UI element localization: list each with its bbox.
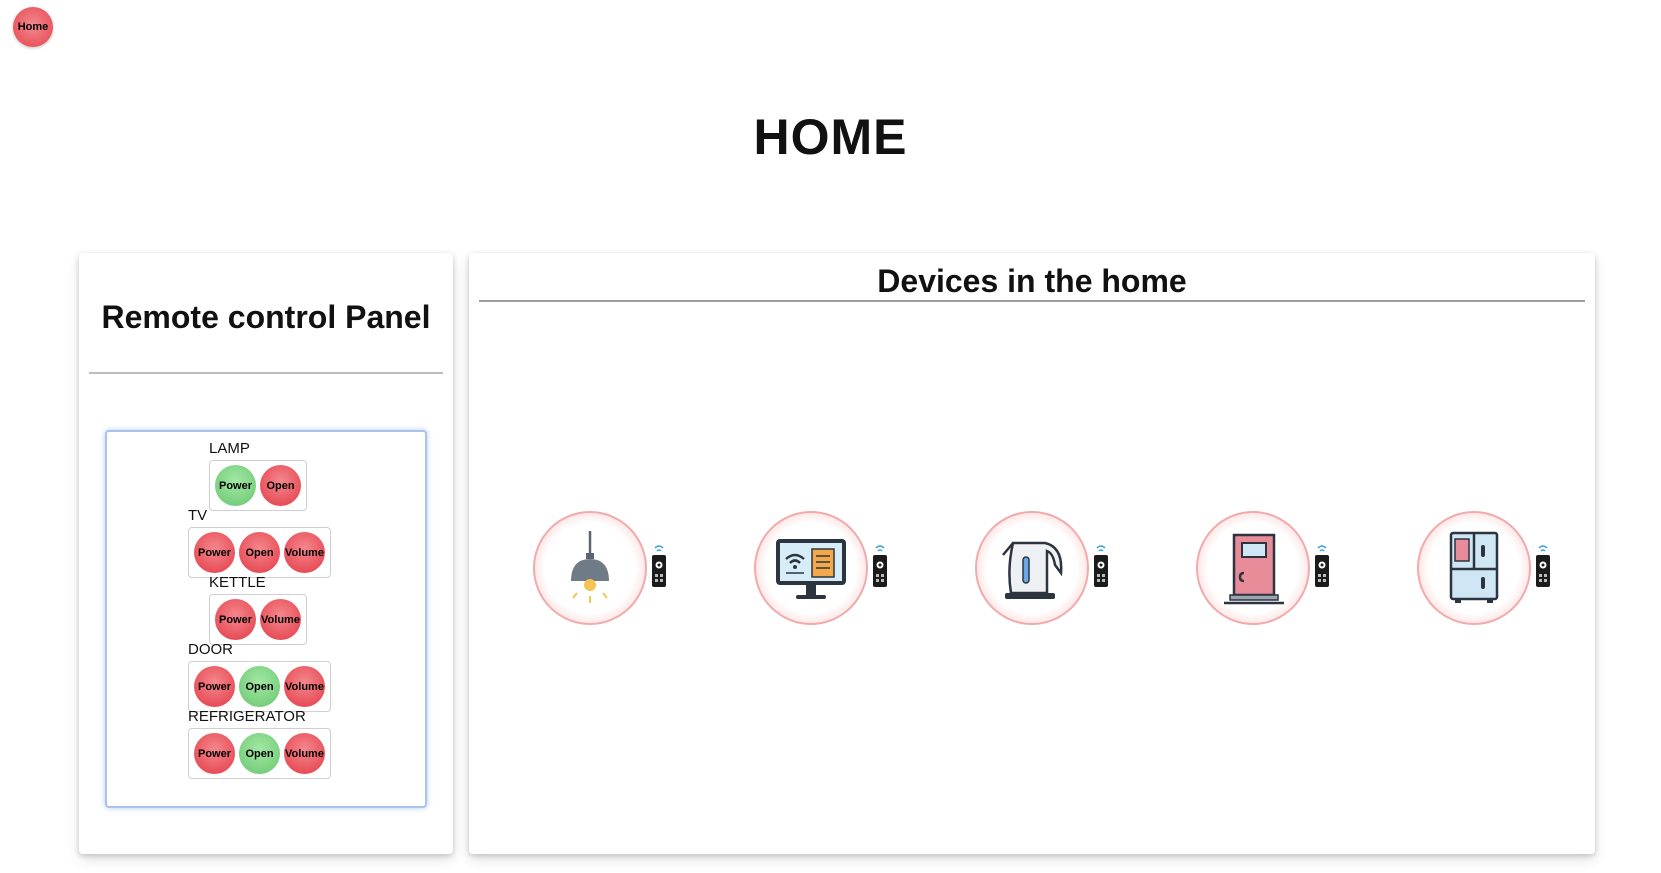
device-kettle[interactable] <box>975 511 1089 625</box>
remote-icon[interactable] <box>1533 543 1553 589</box>
remote-icon[interactable] <box>1091 543 1111 589</box>
kettle-icon <box>1002 541 1063 599</box>
lamp-open-button[interactable]: Open <box>260 465 301 506</box>
remote-icon[interactable] <box>1312 543 1332 589</box>
devices-divider <box>479 300 1585 302</box>
refrigerator-open-button[interactable]: Open <box>239 733 280 774</box>
door-icon <box>1224 533 1284 605</box>
devices-panel: Devices in the home <box>469 253 1595 854</box>
device-tile-door <box>1196 511 1346 631</box>
device-tile-kettle <box>975 511 1125 631</box>
remote-icon[interactable] <box>870 543 890 589</box>
refrigerator-power-button[interactable]: Power <box>194 733 235 774</box>
remote-group-lamp: LAMP Power Open <box>209 440 307 511</box>
tv-icon <box>776 539 846 599</box>
device-refrigerator[interactable] <box>1417 511 1531 625</box>
remote-button-row: Power Open Volume <box>188 661 331 712</box>
lamp-icon <box>571 531 609 603</box>
panel-title: Remote control Panel <box>101 299 431 335</box>
device-tile-tv <box>754 511 904 631</box>
home-button[interactable]: Home <box>13 7 53 47</box>
tv-open-button[interactable]: Open <box>239 532 280 573</box>
device-door[interactable] <box>1196 511 1310 625</box>
remote-control-panel: Remote control Panel LAMP Power Open TV … <box>79 253 453 854</box>
device-tile-lamp <box>533 511 683 631</box>
device-tv[interactable] <box>754 511 868 625</box>
device-lamp[interactable] <box>533 511 647 625</box>
remote-label-refrigerator: REFRIGERATOR <box>188 708 306 725</box>
refrigerator-volume-button[interactable]: Volume <box>284 733 325 774</box>
page-title: HOME <box>753 109 908 165</box>
refrigerator-icon <box>1449 531 1499 603</box>
lamp-power-button[interactable]: Power <box>215 465 256 506</box>
tv-volume-button[interactable]: Volume <box>284 532 325 573</box>
remote-label-tv: TV <box>188 507 208 524</box>
remote-label-lamp: LAMP <box>209 440 250 457</box>
tv-power-button[interactable]: Power <box>194 532 235 573</box>
door-volume-button[interactable]: Volume <box>284 666 325 707</box>
remote-group-tv: TV Power Open Volume <box>188 507 331 578</box>
device-tile-refrigerator <box>1417 511 1567 631</box>
remote-button-row: Power Volume <box>209 594 307 645</box>
remote-label-kettle: KETTLE <box>209 574 266 591</box>
remote-group-kettle: KETTLE Power Volume <box>209 574 307 645</box>
remote-icon[interactable] <box>649 543 669 589</box>
remote-button-row: Power Open Volume <box>188 728 331 779</box>
remote-label-door: DOOR <box>188 641 233 658</box>
door-power-button[interactable]: Power <box>194 666 235 707</box>
remote-group-refrigerator: REFRIGERATOR Power Open Volume <box>188 708 331 779</box>
devices-title: Devices in the home <box>877 263 1187 299</box>
door-open-button[interactable]: Open <box>239 666 280 707</box>
remote-button-row: Power Open <box>209 460 307 511</box>
remote-controls-box: LAMP Power Open TV Power Open Volume KET… <box>105 430 427 808</box>
kettle-volume-button[interactable]: Volume <box>260 599 301 640</box>
remote-button-row: Power Open Volume <box>188 527 331 578</box>
kettle-power-button[interactable]: Power <box>215 599 256 640</box>
remote-group-door: DOOR Power Open Volume <box>188 641 331 712</box>
panel-divider <box>89 372 443 374</box>
